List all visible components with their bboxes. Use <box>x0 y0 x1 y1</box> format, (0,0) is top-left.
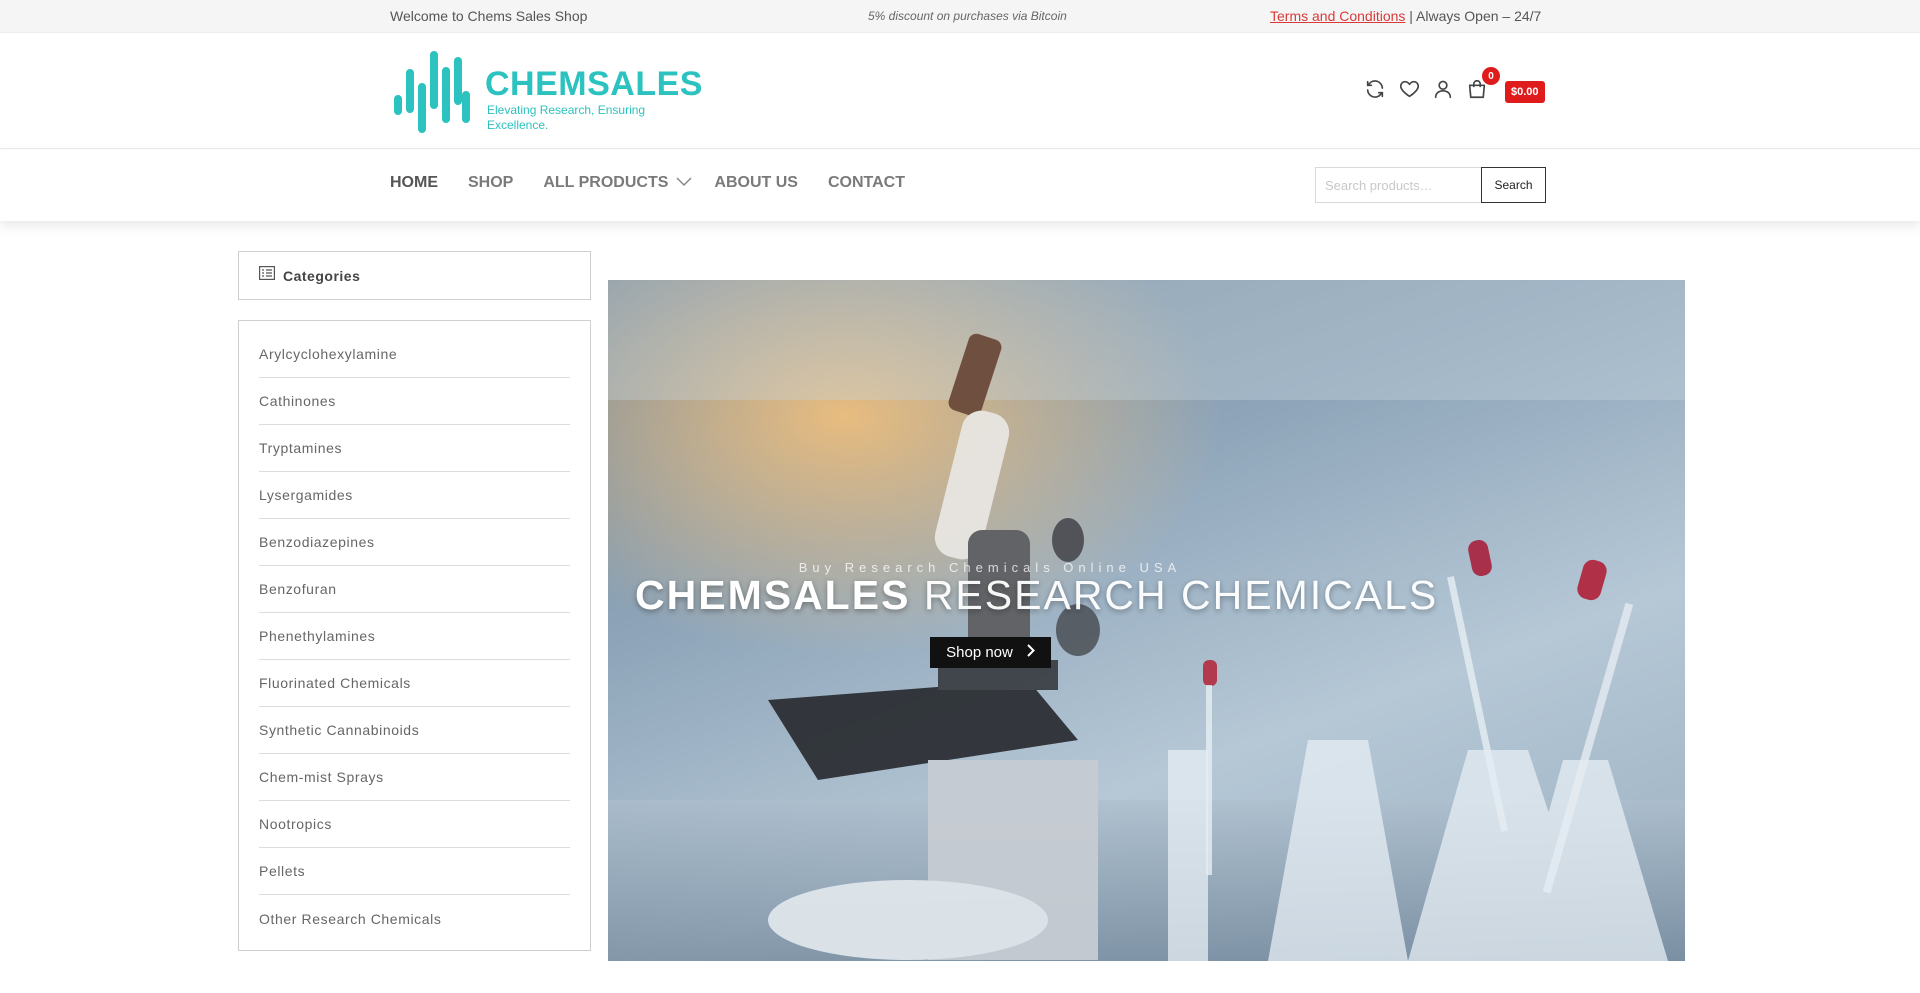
nav-item-about-us[interactable]: ABOUT US <box>714 174 798 192</box>
main-nav: HOME SHOP ALL PRODUCTS ABOUT US CONTACT … <box>0 150 1920 221</box>
category-item[interactable]: Arylcyclohexylamine <box>259 331 570 378</box>
list-icon <box>259 266 276 285</box>
nav-menu: HOME SHOP ALL PRODUCTS ABOUT US CONTACT <box>390 174 935 192</box>
search-form: Search <box>1315 167 1546 203</box>
category-item[interactable]: Phenethylamines <box>259 613 570 660</box>
hero-headline-bold: CHEMSALES <box>635 572 911 618</box>
hero-banner: Buy Research Chemicals Online USA CHEMSA… <box>608 280 1685 961</box>
logo-mark-icon <box>394 51 470 133</box>
nav-item-home[interactable]: HOME <box>390 174 438 192</box>
hero-lab-image <box>608 280 1685 961</box>
chevron-down-icon <box>676 174 692 192</box>
category-item[interactable]: Synthetic Cannabinoids <box>259 707 570 754</box>
top-bar: Welcome to Chems Sales Shop 5% discount … <box>0 0 1920 33</box>
category-item[interactable]: Nootropics <box>259 801 570 848</box>
cart-count-badge: 0 <box>1482 67 1500 85</box>
categories-title: Categories <box>283 267 361 284</box>
categories-header: Categories <box>238 251 591 300</box>
header-icons <box>1362 76 1498 102</box>
hero-headline: CHEMSALES RESEARCH CHEMICALS <box>635 572 1438 619</box>
category-item[interactable]: Cathinones <box>259 378 570 425</box>
terms-link[interactable]: Terms and Conditions <box>1270 8 1405 24</box>
brand-name: CHEMSALES <box>485 65 703 103</box>
category-item[interactable]: Pellets <box>259 848 570 895</box>
promo-text: 5% discount on purchases via Bitcoin <box>868 9 1067 23</box>
user-icon[interactable] <box>1430 76 1456 102</box>
nav-item-all-products-label: ALL PRODUCTS <box>543 174 669 191</box>
chevron-right-icon <box>1027 644 1035 661</box>
nav-item-contact[interactable]: CONTACT <box>828 174 905 192</box>
heart-icon[interactable] <box>1396 76 1422 102</box>
search-button[interactable]: Search <box>1481 167 1546 203</box>
shop-now-button[interactable]: Shop now <box>930 637 1051 668</box>
search-input[interactable] <box>1315 167 1481 203</box>
welcome-text: Welcome to Chems Sales Shop <box>390 8 588 24</box>
categories-list: Arylcyclohexylamine Cathinones Tryptamin… <box>238 320 591 951</box>
category-item[interactable]: Benzodiazepines <box>259 519 570 566</box>
category-item[interactable]: Fluorinated Chemicals <box>259 660 570 707</box>
top-bar-right: Terms and Conditions | Always Open – 24/… <box>1270 8 1541 24</box>
shop-now-label: Shop now <box>946 644 1013 661</box>
hours-text: | Always Open – 24/7 <box>1405 8 1542 24</box>
category-item[interactable]: Tryptamines <box>259 425 570 472</box>
site-logo[interactable]: CHEMSALES Elevating Research, Ensuring E… <box>390 47 702 137</box>
category-item[interactable]: Other Research Chemicals <box>259 895 570 942</box>
category-item[interactable]: Chem-mist Sprays <box>259 754 570 801</box>
category-item[interactable]: Lysergamides <box>259 472 570 519</box>
brand-tagline: Elevating Research, Ensuring Excellence. <box>487 103 646 132</box>
refresh-icon[interactable] <box>1362 76 1388 102</box>
nav-item-all-products[interactable]: ALL PRODUCTS <box>543 174 692 192</box>
cart-total-badge[interactable]: $0.00 <box>1505 81 1545 103</box>
nav-item-shop[interactable]: SHOP <box>468 174 513 192</box>
site-header: CHEMSALES Elevating Research, Ensuring E… <box>0 33 1920 149</box>
hero-headline-light: RESEARCH CHEMICALS <box>923 572 1439 618</box>
category-item[interactable]: Benzofuran <box>259 566 570 613</box>
